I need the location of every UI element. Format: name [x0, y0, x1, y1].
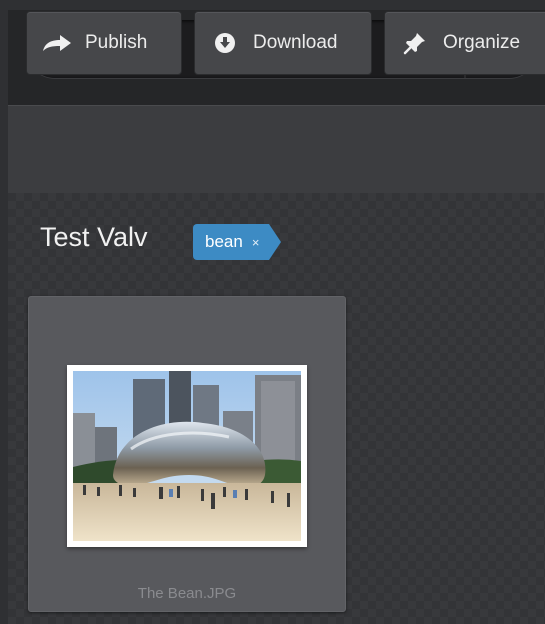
- share-arrow-icon: [41, 31, 73, 55]
- remove-tag-icon[interactable]: ×: [252, 235, 260, 250]
- collection-title: Test Valv: [40, 222, 148, 252]
- publish-label: Publish: [85, 32, 148, 53]
- item-caption: The Bean.JPG: [137, 585, 237, 602]
- tag-chip[interactable]: bean ×: [193, 224, 282, 260]
- download-button[interactable]: Download: [194, 11, 372, 75]
- tag-label: bean: [205, 232, 243, 251]
- download-label: Download: [253, 32, 338, 53]
- media-card[interactable]: The Bean.JPG: [28, 296, 346, 612]
- organize-button[interactable]: Organize: [384, 11, 545, 75]
- organize-label: Organize: [443, 32, 521, 53]
- pushpin-icon: [399, 31, 431, 55]
- download-icon: [209, 31, 241, 55]
- toolbar: [8, 105, 545, 194]
- thumbnail[interactable]: [67, 365, 307, 547]
- cloud-gate-photo: [73, 371, 301, 541]
- publish-button[interactable]: Publish: [26, 11, 182, 75]
